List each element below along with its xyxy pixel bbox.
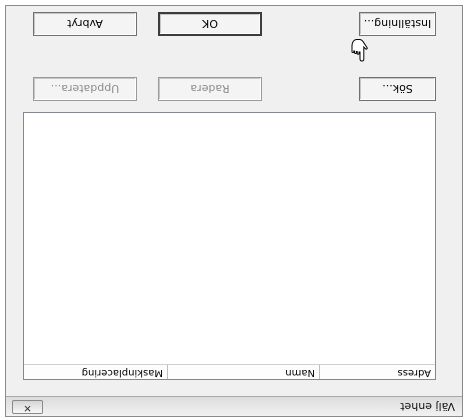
ok-button[interactable]: OK <box>158 12 262 36</box>
hand-pointer-icon <box>351 39 368 62</box>
close-button[interactable]: ✕ <box>12 400 43 414</box>
settings-button[interactable]: Inställning... <box>359 12 436 36</box>
delete-button[interactable]: Radera <box>158 77 262 101</box>
column-header-address[interactable]: Adress <box>319 365 435 379</box>
rotated-screen: Välj enhet ✕ Adress Namn Maskinplacering… <box>0 0 467 419</box>
select-device-dialog: Välj enhet ✕ Adress Namn Maskinplacering… <box>5 5 463 417</box>
column-header-name[interactable]: Namn <box>167 365 319 379</box>
window-title: Välj enhet <box>400 400 455 413</box>
close-icon: ✕ <box>23 402 32 413</box>
column-header-location[interactable]: Maskinplacering <box>24 365 167 379</box>
title-bar: Välj enhet ✕ <box>6 396 462 416</box>
device-list[interactable]: Adress Namn Maskinplacering <box>23 112 436 380</box>
cancel-button[interactable]: Avbryt <box>33 12 137 36</box>
update-button[interactable]: Uppdatera... <box>33 77 137 101</box>
list-header: Adress Namn Maskinplacering <box>24 364 435 379</box>
search-button[interactable]: Sök... <box>359 77 436 101</box>
